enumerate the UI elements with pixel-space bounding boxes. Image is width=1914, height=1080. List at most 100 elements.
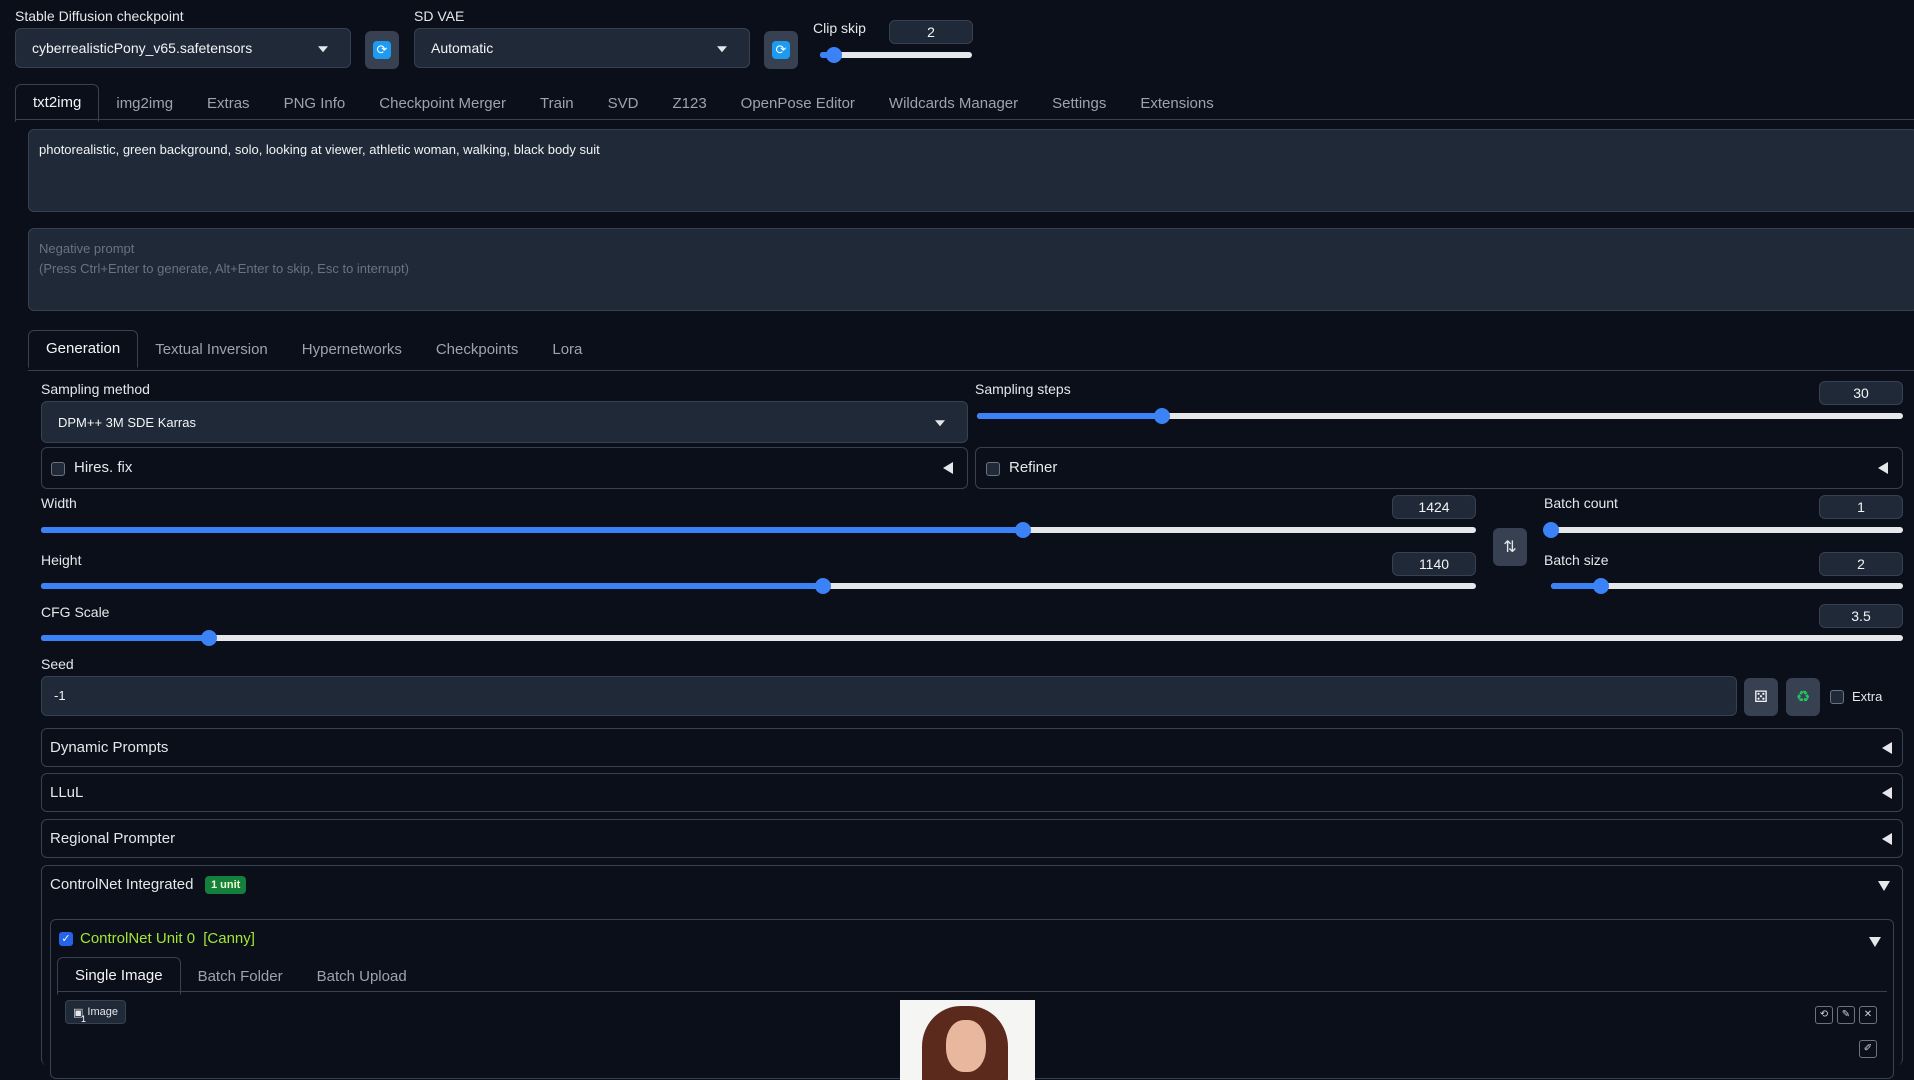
sampling-steps-slider-thumb[interactable] <box>1154 408 1170 424</box>
cfg-scale-slider-fill <box>41 635 209 641</box>
generation-tabs-divider <box>28 370 1914 371</box>
tab-openpose-editor[interactable]: OpenPose Editor <box>724 86 872 122</box>
expand-arrow-icon <box>1878 881 1890 891</box>
sampling-steps-slider[interactable] <box>977 408 1903 424</box>
controlnet-unit-badge: 1 unit <box>205 876 247 894</box>
tab-settings[interactable]: Settings <box>1035 86 1123 122</box>
clear-image-button[interactable]: ✕ <box>1859 1006 1877 1024</box>
swap-arrows-icon: ⇅ <box>1503 539 1517 556</box>
reuse-seed-button[interactable]: ♻ <box>1786 678 1820 716</box>
brush-tool-button[interactable]: ✐ <box>1859 1040 1877 1058</box>
regional-prompter-title: Regional Prompter <box>50 830 176 847</box>
sampling-steps-input[interactable]: 30 <box>1819 381 1903 405</box>
batch-count-input[interactable]: 1 <box>1819 495 1903 519</box>
refresh-vae-button[interactable]: ⟳ <box>764 31 798 69</box>
subtab-checkpoints[interactable]: Checkpoints <box>419 332 536 368</box>
controlnet-unit-model: [Canny] <box>203 930 255 947</box>
negative-prompt-placeholder-1: Negative prompt <box>39 241 135 256</box>
tab-img2img[interactable]: img2img <box>99 86 190 122</box>
subtab-lora[interactable]: Lora <box>535 332 599 368</box>
batch-count-slider[interactable] <box>1543 522 1903 538</box>
clip-skip-slider-thumb[interactable] <box>826 47 842 63</box>
width-slider-fill <box>41 527 1023 533</box>
cfg-scale-slider[interactable] <box>41 630 1903 646</box>
tab-extras[interactable]: Extras <box>190 86 267 122</box>
hires-fix-label: Hires. fix <box>74 459 133 476</box>
image-label: Image <box>87 1006 118 1018</box>
refresh-checkpoint-button[interactable]: ⟳ <box>365 31 399 69</box>
tab-train[interactable]: Train <box>523 86 591 122</box>
height-slider[interactable] <box>41 578 1476 594</box>
hires-fix-accordion[interactable]: Hires. fix <box>41 447 968 489</box>
negative-prompt-textarea[interactable]: Negative prompt (Press Ctrl+Enter to gen… <box>28 228 1914 311</box>
chevron-down-icon <box>935 420 945 427</box>
subtab-textual-inversion[interactable]: Textual Inversion <box>138 332 285 368</box>
tab-png-info[interactable]: PNG Info <box>267 86 363 122</box>
edit-image-button[interactable]: ✎ <box>1837 1006 1855 1024</box>
vae-value: Automatic <box>431 40 494 56</box>
prompt-textarea[interactable]: photorealistic, green background, solo, … <box>28 129 1914 212</box>
controlnet-tabs-divider <box>57 991 1887 992</box>
controlnet-unit-name: ControlNet Unit 0 <box>80 930 196 947</box>
tab-z123[interactable]: Z123 <box>655 86 723 122</box>
subtab-generation[interactable]: Generation <box>28 330 139 368</box>
dynamic-prompts-title: Dynamic Prompts <box>50 739 169 756</box>
portrait-face <box>946 1020 986 1072</box>
sampling-steps-label: Sampling steps <box>975 381 1071 397</box>
refiner-label: Refiner <box>1009 459 1058 476</box>
extra-seed-label: Extra <box>1852 689 1883 704</box>
height-slider-thumb[interactable] <box>815 578 831 594</box>
tab-svd[interactable]: SVD <box>591 86 656 122</box>
collapse-arrow-icon <box>943 462 953 474</box>
batch-count-slider-thumb[interactable] <box>1543 522 1559 538</box>
width-slider-thumb[interactable] <box>1015 522 1031 538</box>
width-slider[interactable] <box>41 522 1476 538</box>
clip-skip-label: Clip skip <box>813 20 866 36</box>
cfg-scale-slider-thumb[interactable] <box>201 630 217 646</box>
batch-size-slider-thumb[interactable] <box>1593 578 1609 594</box>
cn-tab-batch-upload[interactable]: Batch Upload <box>300 959 424 995</box>
height-input[interactable]: 1140 <box>1392 552 1476 576</box>
swap-dimensions-button[interactable]: ⇅ <box>1493 528 1527 566</box>
subtab-hypernetworks[interactable]: Hypernetworks <box>285 332 419 368</box>
cn-tab-single-image[interactable]: Single Image <box>57 957 181 995</box>
generation-tabs: Generation Textual Inversion Hypernetworks… <box>28 330 599 368</box>
seed-value: -1 <box>54 688 66 703</box>
tab-txt2img[interactable]: txt2img <box>15 84 100 122</box>
controlnet-accordion[interactable]: ControlNet Integrated 1 unit ✓ ControlNe… <box>41 865 1903 1080</box>
main-tabs-divider <box>15 119 1914 120</box>
checkpoint-dropdown[interactable]: cyberrealisticPony_v65.safetensors <box>15 28 351 68</box>
sampling-method-dropdown[interactable]: DPM++ 3M SDE Karras <box>41 401 968 443</box>
negative-prompt-placeholder-2: (Press Ctrl+Enter to generate, Alt+Enter… <box>39 261 409 276</box>
dynamic-prompts-accordion[interactable]: Dynamic Prompts <box>41 728 1903 767</box>
cfg-scale-input[interactable]: 3.5 <box>1819 604 1903 628</box>
seed-input[interactable]: -1 <box>41 676 1737 716</box>
random-seed-button[interactable]: ⚄ <box>1744 678 1778 716</box>
llul-title: LLuL <box>50 784 84 801</box>
vae-dropdown[interactable]: Automatic <box>414 28 750 68</box>
batch-size-input[interactable]: 2 <box>1819 552 1903 576</box>
tab-extensions[interactable]: Extensions <box>1123 86 1230 122</box>
regional-prompter-accordion[interactable]: Regional Prompter <box>41 819 1903 858</box>
clip-skip-input[interactable]: 2 <box>889 20 973 44</box>
vae-label: SD VAE <box>414 8 465 24</box>
width-label: Width <box>41 495 77 511</box>
undo-image-button[interactable]: ⟲ <box>1815 1006 1833 1024</box>
checkpoint-label: Stable Diffusion checkpoint <box>15 8 184 24</box>
hires-fix-checkbox[interactable] <box>51 462 65 476</box>
height-slider-fill <box>41 583 823 589</box>
tab-wildcards-manager[interactable]: Wildcards Manager <box>872 86 1035 122</box>
llul-accordion[interactable]: LLuL <box>41 773 1903 812</box>
extra-seed-checkbox[interactable] <box>1830 690 1844 704</box>
batch-size-slider[interactable] <box>1551 578 1903 594</box>
image-upload-area[interactable]: ▣ Image 1 ⟲ ✎ ✕ ✐ <box>65 1000 1877 1080</box>
tab-checkpoint-merger[interactable]: Checkpoint Merger <box>362 86 523 122</box>
controlnet-unit-title: ControlNet Unit 0 [Canny] <box>80 930 255 947</box>
controlnet-unit-enable-checkbox[interactable]: ✓ <box>59 932 73 946</box>
height-label: Height <box>41 552 82 568</box>
width-input[interactable]: 1424 <box>1392 495 1476 519</box>
refiner-checkbox[interactable] <box>986 462 1000 476</box>
clip-skip-slider[interactable] <box>820 47 972 63</box>
cn-tab-batch-folder[interactable]: Batch Folder <box>181 959 300 995</box>
refiner-accordion[interactable]: Refiner <box>975 447 1903 489</box>
